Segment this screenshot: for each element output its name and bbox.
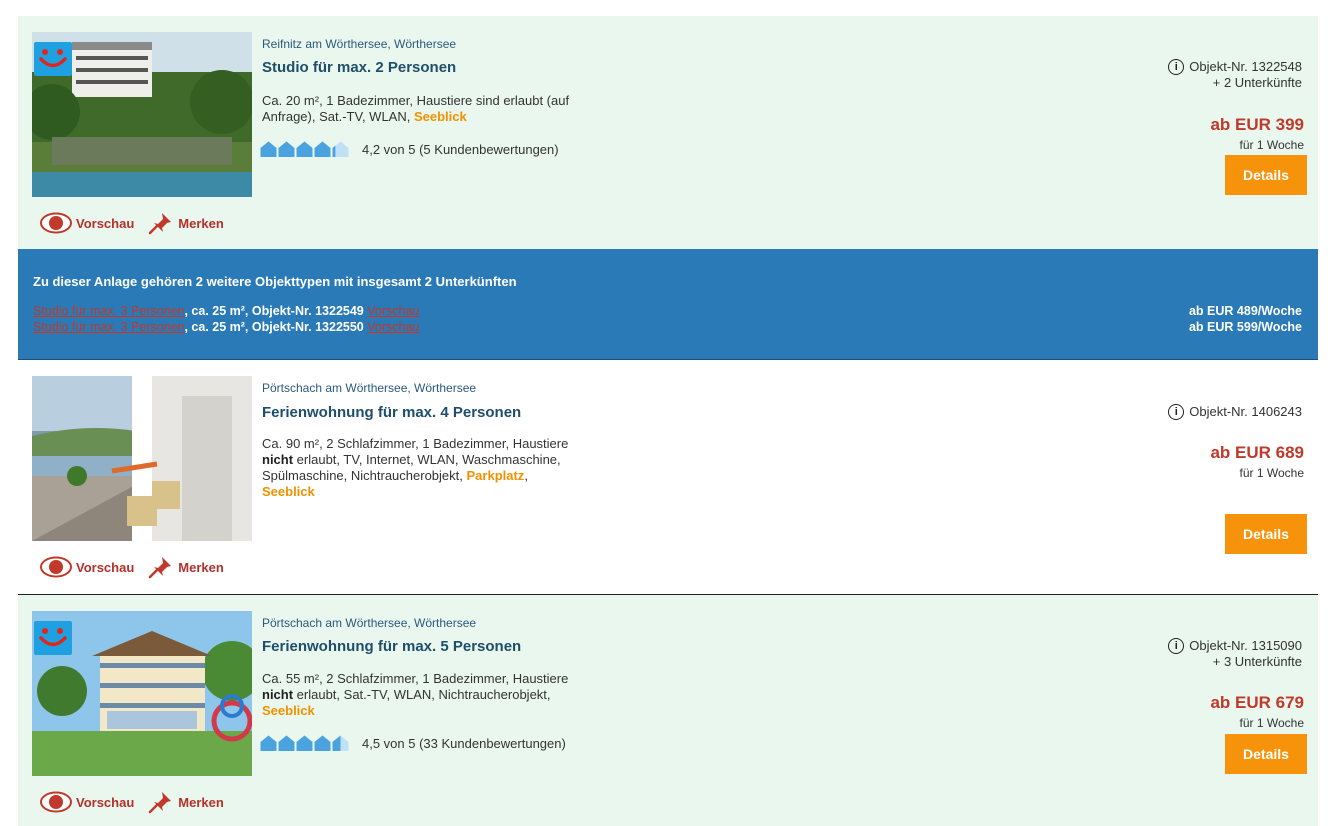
listing-title[interactable]: Ferienwohnung für max. 4 Personen [262, 404, 521, 421]
listing-photo[interactable] [32, 32, 252, 197]
price-period: für 1 Woche [1239, 716, 1304, 730]
listing-card: Pörtschach am Wörthersee, Wörthersee Fer… [18, 360, 1318, 594]
house-icon [296, 141, 313, 157]
listing-description: Ca. 20 m², 1 Badezimmer, Haustiere sind … [262, 93, 622, 125]
house-icon [278, 735, 295, 751]
rating: 4,2 von 5 (5 Kundenbewertungen) [260, 140, 559, 158]
save-button[interactable]: Merken [148, 211, 224, 235]
price: ab EUR 679 [1210, 693, 1304, 712]
pin-icon [149, 213, 172, 235]
preview-label: Vorschau [76, 559, 135, 575]
listing-actions: Vorschau Merken [40, 790, 224, 814]
preview-button[interactable]: Vorschau [40, 556, 134, 578]
description-text: erlaubt, TV, Internet, WLAN, Waschmaschi… [293, 452, 561, 467]
listing-location: Reifnitz am Wörthersee, Wörthersee [262, 37, 457, 51]
listing-card: Reifnitz am Wörthersee, Wörthersee Studi… [18, 16, 1318, 249]
listing-actions: Vorschau Merken [40, 211, 224, 235]
rating-houses [260, 735, 349, 751]
eye-icon [40, 791, 72, 813]
save-label: Merken [178, 559, 224, 575]
eye-icon [40, 212, 72, 234]
related-unit-info: , ca. 25 m², Objekt-Nr. 1322550 [184, 320, 368, 334]
info-icon[interactable]: i [1168, 638, 1185, 654]
details-button[interactable]: Details [1225, 734, 1307, 774]
preview-label: Vorschau [76, 794, 135, 810]
preview-button[interactable]: Vorschau [40, 791, 134, 813]
save-button[interactable]: Merken [148, 555, 224, 579]
save-button[interactable]: Merken [148, 790, 224, 814]
related-unit-info: , ca. 25 m², Objekt-Nr. 1322549 [184, 304, 368, 318]
info-icon[interactable]: i [1168, 404, 1185, 420]
listing-location: Pörtschach am Wörthersee, Wörthersee [262, 381, 477, 395]
description-emphasis: nicht [262, 452, 294, 467]
house-icon [332, 735, 349, 751]
extra-units: + 3 Unterkünfte [1212, 654, 1302, 669]
save-label: Merken [178, 794, 224, 810]
object-info: i Objekt-Nr. 1315090 + 3 Unterkünfte [1168, 638, 1302, 670]
rating: 4,5 von 5 (33 Kundenbewertungen) [260, 734, 566, 752]
related-unit-price: ab EUR 489/Woche [1188, 304, 1302, 318]
banner-heading: Zu dieser Anlage gehören 2 weitere Objek… [33, 274, 517, 289]
feature-highlight: Parkplatz [466, 468, 525, 483]
eye-icon [40, 556, 72, 578]
related-unit-row: Studio für max. 3 Personen, ca. 25 m², O… [33, 304, 419, 318]
house-icon [296, 735, 313, 751]
rating-text: 4,2 von 5 (5 Kundenbewertungen) [362, 141, 559, 157]
listing-card: Pörtschach am Wörthersee, Wörthersee Fer… [18, 595, 1318, 826]
listing-title[interactable]: Studio für max. 2 Personen [262, 59, 456, 76]
listing-photo[interactable] [32, 611, 252, 776]
house-icon [260, 735, 277, 751]
related-unit-preview-link[interactable]: Vorschau [367, 304, 419, 318]
pin-icon [149, 792, 172, 814]
listing-description: Ca. 90 m², 2 Schlafzimmer, 1 Badezimmer,… [262, 436, 622, 500]
listing-title[interactable]: Ferienwohnung für max. 5 Personen [262, 638, 521, 655]
object-number: Objekt-Nr. 1406243 [1189, 404, 1302, 419]
tui-logo [34, 42, 72, 76]
description-text: , [524, 468, 528, 483]
object-info: i Objekt-Nr. 1322548 + 2 Unterkünfte [1168, 59, 1302, 91]
feature-highlight: Seeblick [262, 703, 315, 718]
listing-photo[interactable] [32, 376, 252, 541]
preview-button[interactable]: Vorschau [40, 212, 134, 234]
related-unit-link[interactable]: Studio für max. 3 Personen [33, 320, 184, 334]
pin-icon [149, 557, 172, 579]
house-icon [260, 141, 277, 157]
tui-logo [34, 621, 72, 655]
rating-houses [260, 141, 349, 157]
feature-highlight: Seeblick [262, 484, 315, 499]
object-info: i Objekt-Nr. 1406243 [1168, 404, 1302, 420]
results-list: Reifnitz am Wörthersee, Wörthersee Studi… [0, 0, 1332, 826]
related-units-banner: Zu dieser Anlage gehören 2 weitere Objek… [18, 249, 1318, 360]
details-button[interactable]: Details [1225, 155, 1307, 195]
house-icon [332, 141, 349, 157]
listing-location: Pörtschach am Wörthersee, Wörthersee [262, 616, 477, 630]
info-icon[interactable]: i [1168, 59, 1185, 75]
details-button[interactable]: Details [1225, 514, 1307, 554]
price: ab EUR 399 [1210, 115, 1304, 134]
listing-actions: Vorschau Merken [40, 555, 224, 579]
related-unit-row: Studio für max. 3 Personen, ca. 25 m², O… [33, 320, 419, 334]
description-text: Ca. 55 m², 2 Schlafzimmer, 1 Badezimmer,… [262, 671, 569, 686]
save-label: Merken [178, 215, 224, 231]
object-number: Objekt-Nr. 1315090 [1189, 638, 1302, 653]
house-icon [314, 141, 331, 157]
price-period: für 1 Woche [1239, 138, 1304, 152]
price-period: für 1 Woche [1239, 466, 1304, 480]
house-icon [314, 735, 331, 751]
feature-highlight: Seeblick [413, 109, 467, 124]
price: ab EUR 689 [1210, 443, 1304, 462]
rating-text: 4,5 von 5 (33 Kundenbewertungen) [362, 735, 566, 751]
related-unit-link[interactable]: Studio für max. 3 Personen [33, 304, 184, 318]
description-text: Spülmaschine, Nichtraucherobjekt, [262, 468, 467, 483]
description-text: erlaubt, Sat.-TV, WLAN, Nichtraucherobje… [293, 687, 551, 702]
description-text: Ca. 90 m², 2 Schlafzimmer, 1 Badezimmer,… [262, 436, 569, 451]
object-number: Objekt-Nr. 1322548 [1189, 59, 1302, 74]
extra-units: + 2 Unterkünfte [1212, 75, 1302, 90]
house-icon [278, 141, 295, 157]
description-emphasis: nicht [262, 687, 294, 702]
related-unit-price: ab EUR 599/Woche [1188, 320, 1302, 334]
related-unit-preview-link[interactable]: Vorschau [367, 320, 419, 334]
listing-description: Ca. 55 m², 2 Schlafzimmer, 1 Badezimmer,… [262, 671, 622, 719]
preview-label: Vorschau [76, 215, 135, 231]
